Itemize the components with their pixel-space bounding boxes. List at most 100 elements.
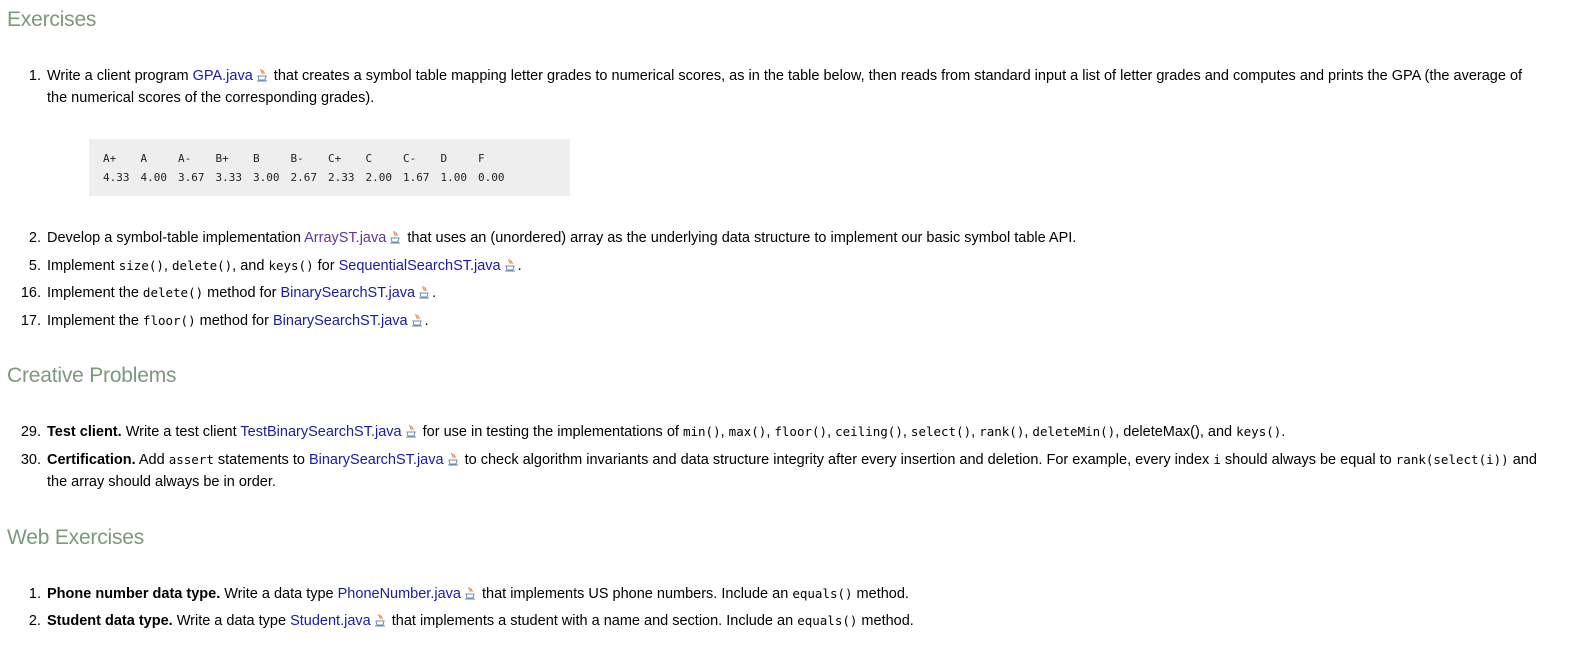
item-number: 29.: [20, 424, 41, 440]
item-bold-title: Test client.: [47, 424, 122, 440]
sequentialsearchst-java-link[interactable]: SequentialSearchST.java: [339, 258, 501, 274]
grade-score: 2.33: [328, 171, 355, 184]
item-text: ,: [720, 424, 729, 440]
item-text: that uses an (unordered) array as the un…: [403, 230, 1077, 246]
code-min: min(): [682, 424, 721, 439]
code-delete: delete(): [142, 285, 204, 300]
grade-letter: B: [253, 152, 260, 165]
code-size: size(): [118, 258, 164, 273]
item-number: 16.: [20, 285, 41, 301]
item-text: to check algorithm invariants and data s…: [460, 452, 1214, 468]
code-floor: floor(): [142, 313, 196, 328]
item-text: that implements US phone numbers. Includ…: [477, 586, 793, 602]
item-text: should always be equal to: [1220, 452, 1396, 468]
grade-letter: C+: [328, 152, 342, 165]
grade-score: 4.00: [140, 171, 168, 184]
item-text: ,: [827, 424, 836, 440]
item-text: method for: [203, 285, 281, 301]
code-rank-select: rank(select(i)): [1395, 452, 1509, 467]
java-cup-icon[interactable]: [405, 424, 417, 438]
item-text: , deleteMax(), and: [1115, 424, 1237, 440]
code-select: select(): [910, 424, 972, 439]
code-floor: floor(): [774, 424, 828, 439]
item-text: Implement the: [47, 285, 143, 301]
code-rank: rank(): [979, 424, 1025, 439]
grade-letter: C-: [403, 152, 417, 165]
grade-letter: A: [140, 152, 148, 165]
item-bold-title: Phone number data type.: [47, 586, 221, 602]
arrayst-java-link[interactable]: ArrayST.java: [304, 230, 386, 246]
item-text: statements to: [213, 452, 309, 468]
grade-table-box: A+ A A- B+ B B- C+ C C- D F 4.33 4.00 3.…: [89, 139, 570, 196]
item-text: Implement: [47, 258, 119, 274]
grade-score: 0.00: [478, 171, 505, 184]
item-text: method.: [852, 586, 909, 602]
item-text: the numerical scores of the correspondin…: [47, 90, 375, 106]
binarysearchst-java-link[interactable]: BinarySearchST.java: [273, 313, 408, 329]
item-text: .: [517, 258, 522, 274]
item-text: ,: [163, 258, 172, 274]
java-cup-icon[interactable]: [411, 313, 423, 327]
item-bold-title: Student data type.: [47, 613, 173, 629]
grade-score: 4.33: [103, 171, 130, 184]
item-number: 2.: [28, 230, 41, 246]
testbinarysearchst-java-link[interactable]: TestBinarySearchST.java: [240, 424, 401, 440]
code-delete: delete(): [171, 258, 233, 273]
code-keys: keys(): [268, 258, 314, 273]
java-cup-icon[interactable]: [374, 613, 386, 627]
code-equals: equals(): [797, 613, 858, 628]
grade-score: 3.00: [253, 171, 280, 184]
grade-table: A+ A A- B+ B B- C+ C C- D F 4.33 4.00 3.…: [97, 149, 510, 187]
heading-web-exercises: Web Exercises: [7, 526, 145, 549]
item-text: for: [313, 258, 339, 274]
grade-letter: A+: [103, 152, 117, 165]
item-text: ,: [971, 424, 980, 440]
grade-letter: F: [478, 152, 485, 165]
item-number: 5.: [28, 258, 41, 274]
item-text: Develop a symbol-table implementation: [47, 230, 305, 246]
grade-score: 2.00: [365, 171, 393, 184]
code-assert: assert: [168, 452, 214, 467]
student-java-link[interactable]: Student.java: [290, 613, 371, 629]
java-cup-icon[interactable]: [447, 452, 459, 466]
java-cup-icon[interactable]: [464, 586, 476, 600]
item-text: .: [432, 285, 437, 301]
item-number: 17.: [20, 313, 41, 329]
java-cup-icon[interactable]: [418, 285, 430, 299]
item-number: 1.: [28, 68, 41, 84]
phonenumber-java-link[interactable]: PhoneNumber.java: [338, 586, 461, 602]
code-equals: equals(): [792, 586, 853, 601]
item-text: that creates a symbol table mapping lett…: [269, 68, 1523, 84]
grade-letter: C: [365, 152, 373, 165]
grade-letter: B+: [215, 152, 229, 165]
item-text: , and: [232, 258, 269, 274]
grade-letter: A-: [178, 152, 192, 165]
grade-score: 1.00: [440, 171, 468, 184]
item-text: ,: [902, 424, 911, 440]
code-i: i: [1213, 452, 1221, 467]
grade-letter: B-: [290, 152, 304, 165]
gpa-java-link[interactable]: GPA.java: [193, 68, 253, 84]
binarysearchst-java-link[interactable]: BinarySearchST.java: [309, 452, 444, 468]
grade-letters-row: A+ A A- B+ B B- C+ C C- D F: [97, 149, 510, 168]
binarysearchst-java-link[interactable]: BinarySearchST.java: [281, 285, 416, 301]
item-number: 30.: [20, 452, 41, 468]
grade-scores-row: 4.33 4.00 3.67 3.33 3.00 2.67 2.33 2.00 …: [97, 168, 510, 187]
item-bold-title: Certification.: [47, 452, 136, 468]
item-text: method.: [857, 613, 914, 629]
item-text: Write a client program: [47, 68, 193, 84]
code-ceiling: ceiling(): [835, 424, 903, 439]
code-max: max(): [728, 424, 767, 439]
item-text: Write a data type: [220, 586, 338, 602]
heading-exercises: Exercises: [7, 8, 97, 31]
item-text: that implements a student with a name an…: [387, 613, 798, 629]
code-deletemin: deleteMin(): [1032, 424, 1116, 439]
item-text: method for: [195, 313, 273, 329]
grade-letter: D: [440, 152, 448, 165]
grade-score: 1.67: [403, 171, 430, 184]
java-cup-icon[interactable]: [389, 230, 401, 244]
item-text: Write a data type: [172, 613, 291, 629]
java-cup-icon[interactable]: [504, 258, 516, 272]
java-cup-icon[interactable]: [256, 68, 268, 82]
item-text: Implement the: [47, 313, 143, 329]
